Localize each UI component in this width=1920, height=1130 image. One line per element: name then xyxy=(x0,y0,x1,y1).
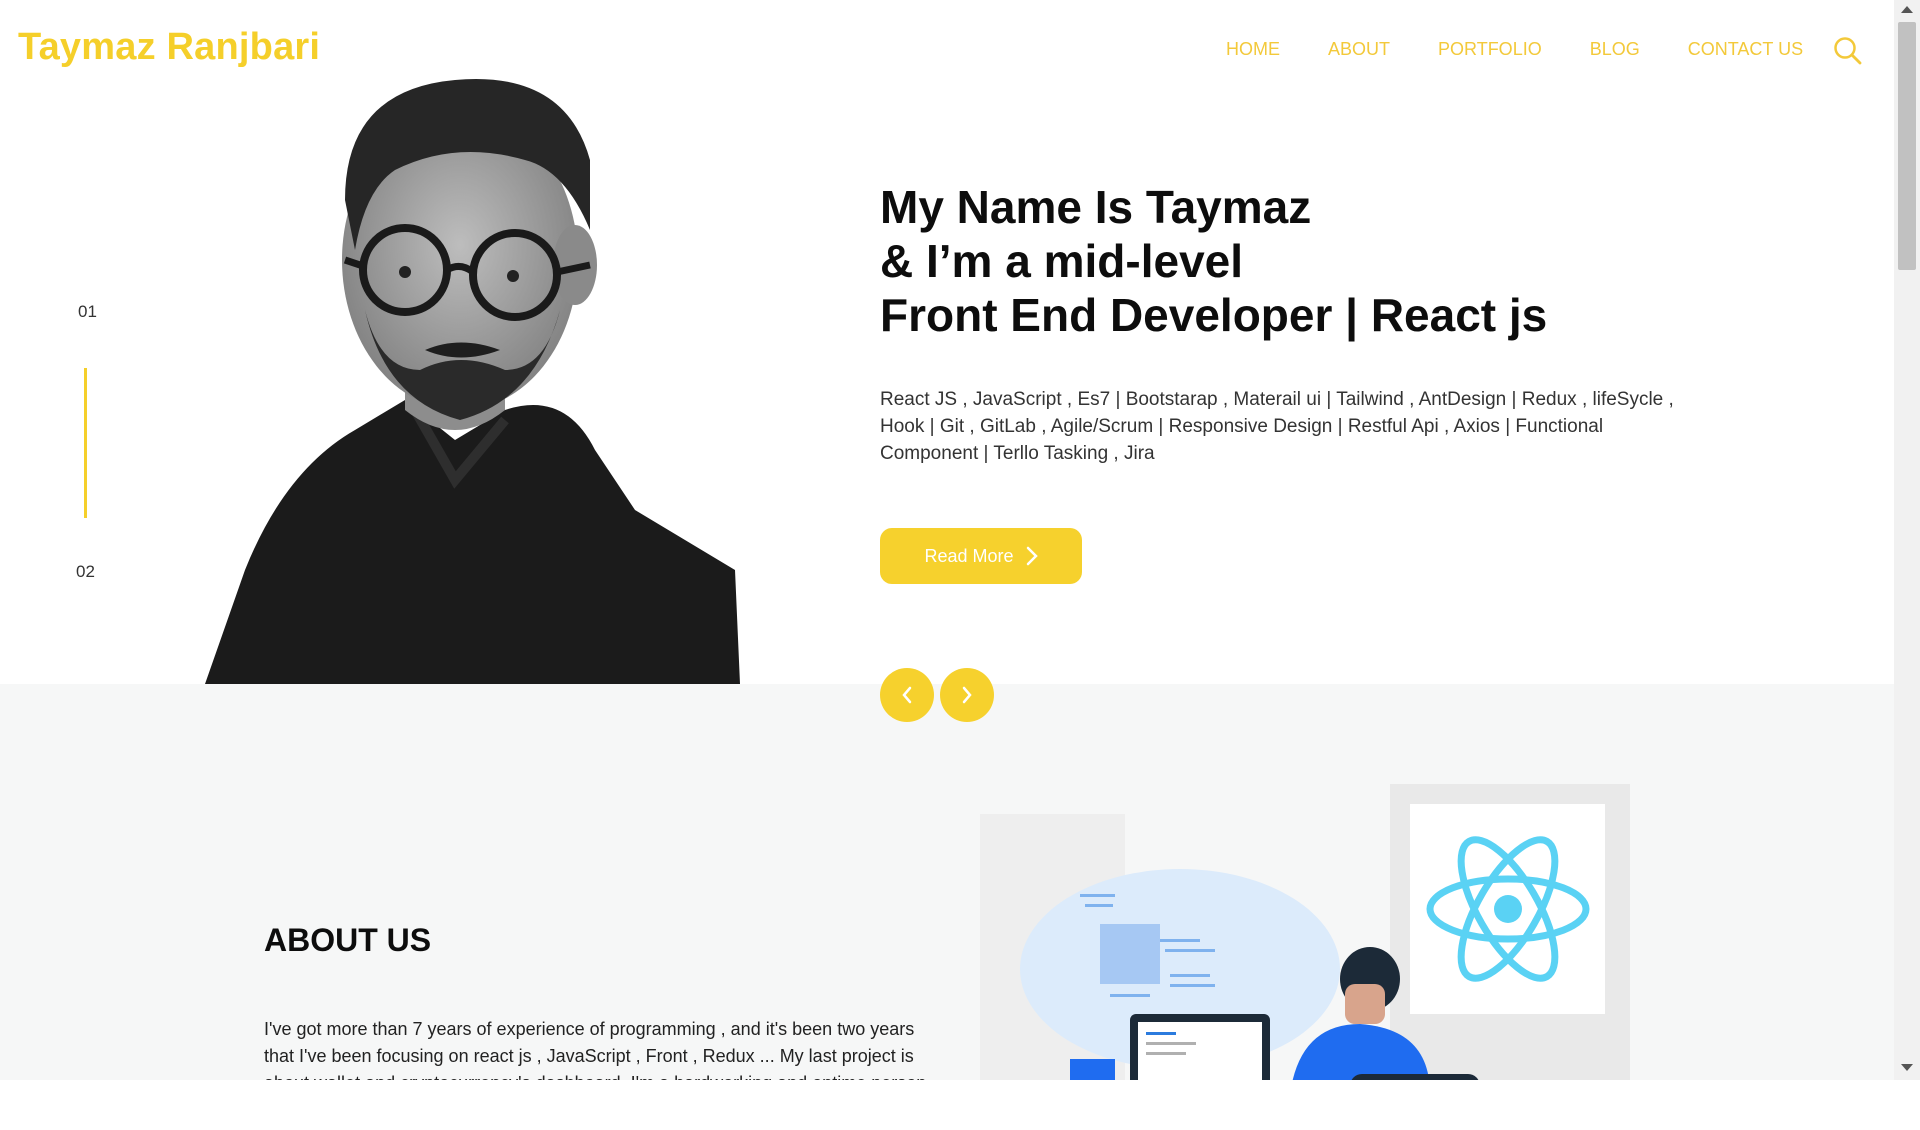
about-text: I've got more than 7 years of experience… xyxy=(264,1019,926,1080)
slide-progress-line xyxy=(84,368,87,518)
portrait-photo xyxy=(205,79,740,684)
nav-portfolio[interactable]: PORTFOLIO xyxy=(1438,39,1542,60)
about-title: ABOUT US xyxy=(264,922,432,958)
read-more-label: Read More xyxy=(924,545,1014,566)
read-more-button[interactable]: Read More xyxy=(880,528,1082,584)
developer-illustration xyxy=(980,784,1630,1080)
skills-text: React JS , JavaScript , Es7 | Bootstarap… xyxy=(880,389,1674,464)
brand-logo[interactable]: Taymaz Ranjbari xyxy=(18,26,320,69)
search-icon[interactable] xyxy=(1833,36,1863,66)
chevron-right-icon xyxy=(962,686,972,704)
nav-home[interactable]: HOME xyxy=(1226,39,1280,60)
chevron-right-icon xyxy=(1026,546,1038,566)
about-section: ABOUT US I've got more than 7 years of e… xyxy=(0,684,1894,1080)
nav-contact-us[interactable]: CONTACT US xyxy=(1688,39,1803,60)
slider-prev-button[interactable] xyxy=(880,668,934,722)
slide-number-01[interactable]: 01 xyxy=(78,302,97,322)
slide-number-02[interactable]: 02 xyxy=(76,562,95,582)
scrollbar-thumb[interactable] xyxy=(1898,22,1916,270)
scroll-down-arrow-icon[interactable] xyxy=(1901,1064,1913,1071)
slider-next-button[interactable] xyxy=(940,668,994,722)
headline-line-2: & I’m a mid-level xyxy=(880,235,1244,287)
window-bottom-area xyxy=(0,1080,1920,1130)
chevron-left-icon xyxy=(902,686,912,704)
nav-about[interactable]: ABOUT xyxy=(1328,39,1390,60)
page: 01 02 My Name Is Taymaz & I’m a mid-leve… xyxy=(0,0,1894,1080)
headline-line-1: My Name Is Taymaz xyxy=(880,181,1312,233)
hero-headline: My Name Is Taymaz & I’m a mid-level Fron… xyxy=(880,180,1547,342)
headline-line-3: Front End Developer | React js xyxy=(880,289,1548,341)
nav-blog[interactable]: BLOG xyxy=(1590,39,1640,60)
hero-section: 01 02 My Name Is Taymaz & I’m a mid-leve… xyxy=(0,0,1894,684)
main-nav: HOME ABOUT PORTFOLIO BLOG CONTACT US xyxy=(1226,39,1851,60)
vertical-scrollbar[interactable] xyxy=(1894,0,1920,1080)
scroll-up-arrow-icon[interactable] xyxy=(1901,6,1913,13)
